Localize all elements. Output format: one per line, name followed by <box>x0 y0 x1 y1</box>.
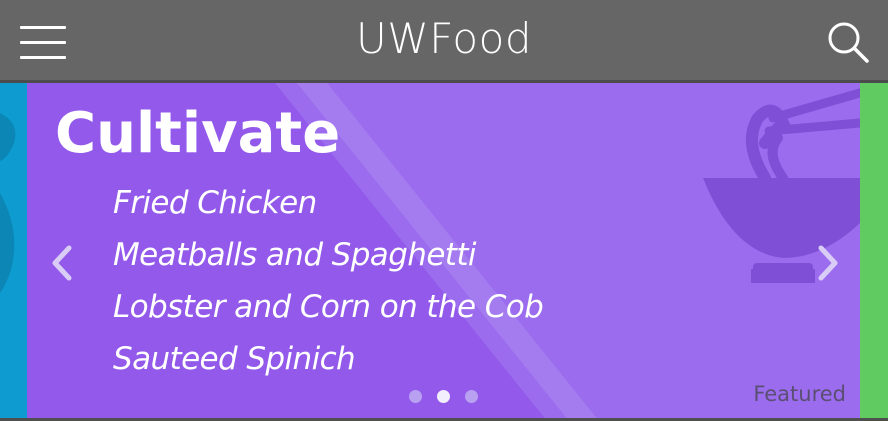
menu-item: Fried Chicken <box>113 185 317 221</box>
menu-item: Lobster and Corn on the Cob <box>113 289 544 325</box>
cafe-carousel[interactable]: Cultivate Fried Chicken Meatballs and Sp… <box>0 83 888 421</box>
pagination-dot[interactable] <box>409 390 422 403</box>
app-header: UWFood <box>0 0 888 83</box>
previous-slide-peek[interactable] <box>0 83 27 421</box>
menu-item-list: Fried Chicken Meatballs and Spaghetti Lo… <box>113 177 544 385</box>
search-icon <box>828 22 869 63</box>
cafe-name: Cultivate <box>55 101 341 166</box>
chevron-left-icon <box>52 245 72 281</box>
menu-item: Meatballs and Spaghetti <box>113 237 477 273</box>
pagination-dot[interactable] <box>465 390 478 403</box>
featured-label: Featured <box>753 382 846 406</box>
next-slide-peek[interactable] <box>860 83 888 421</box>
previous-slide-button[interactable] <box>49 243 75 283</box>
pagination-dot-active[interactable] <box>437 390 450 403</box>
menu-item: Sauteed Spinich <box>113 341 356 377</box>
search-button[interactable] <box>826 20 872 66</box>
carousel-slide[interactable]: Cultivate Fried Chicken Meatballs and Sp… <box>27 83 860 421</box>
next-slide-button[interactable] <box>815 243 841 283</box>
chevron-right-icon <box>818 245 838 281</box>
app-title: UWFood <box>356 14 532 63</box>
peek-illustration <box>0 113 16 293</box>
